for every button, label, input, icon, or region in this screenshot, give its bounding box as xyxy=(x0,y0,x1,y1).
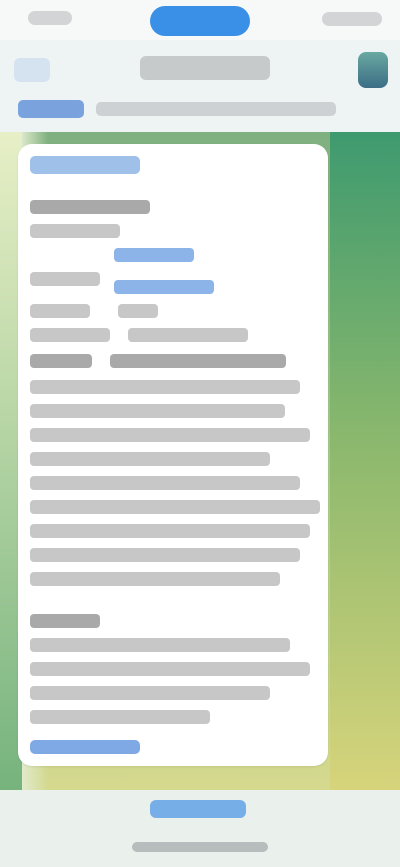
message-line xyxy=(30,614,100,628)
chat-header xyxy=(0,40,400,132)
contact-avatar[interactable] xyxy=(358,52,388,88)
pinned-banner[interactable] xyxy=(18,100,338,118)
bottom-bar xyxy=(0,790,400,867)
message-line xyxy=(128,328,248,342)
pinned-text xyxy=(96,102,336,116)
chat-title[interactable] xyxy=(140,56,270,80)
message-line xyxy=(30,452,270,466)
message-bubble[interactable] xyxy=(18,144,328,766)
pinned-link[interactable] xyxy=(18,100,84,118)
message-line xyxy=(118,304,158,318)
message-line xyxy=(30,686,270,700)
message-line xyxy=(30,500,320,514)
message-line xyxy=(30,638,290,652)
message-line xyxy=(30,428,310,442)
message-line xyxy=(30,662,310,676)
message-line xyxy=(30,272,100,286)
message-line xyxy=(30,404,285,418)
status-icons xyxy=(322,12,382,26)
message-line xyxy=(30,572,280,586)
message-line xyxy=(30,224,120,238)
message-line xyxy=(30,710,210,724)
message-line xyxy=(30,304,90,318)
message-line xyxy=(30,380,300,394)
bottom-action-link[interactable] xyxy=(150,800,246,818)
message-sender[interactable] xyxy=(30,156,140,174)
message-line xyxy=(30,548,300,562)
message-line xyxy=(30,354,92,368)
message-line xyxy=(30,328,110,342)
status-time xyxy=(28,11,72,25)
home-indicator[interactable] xyxy=(132,842,268,852)
message-link[interactable] xyxy=(114,280,214,294)
status-pill[interactable] xyxy=(150,6,250,36)
message-line xyxy=(30,524,310,538)
message-line xyxy=(30,476,300,490)
message-link[interactable] xyxy=(114,248,194,262)
message-line xyxy=(30,200,150,214)
message-line xyxy=(110,354,286,368)
back-button[interactable] xyxy=(14,58,50,82)
message-footer-link[interactable] xyxy=(30,740,140,754)
status-bar xyxy=(0,0,400,40)
